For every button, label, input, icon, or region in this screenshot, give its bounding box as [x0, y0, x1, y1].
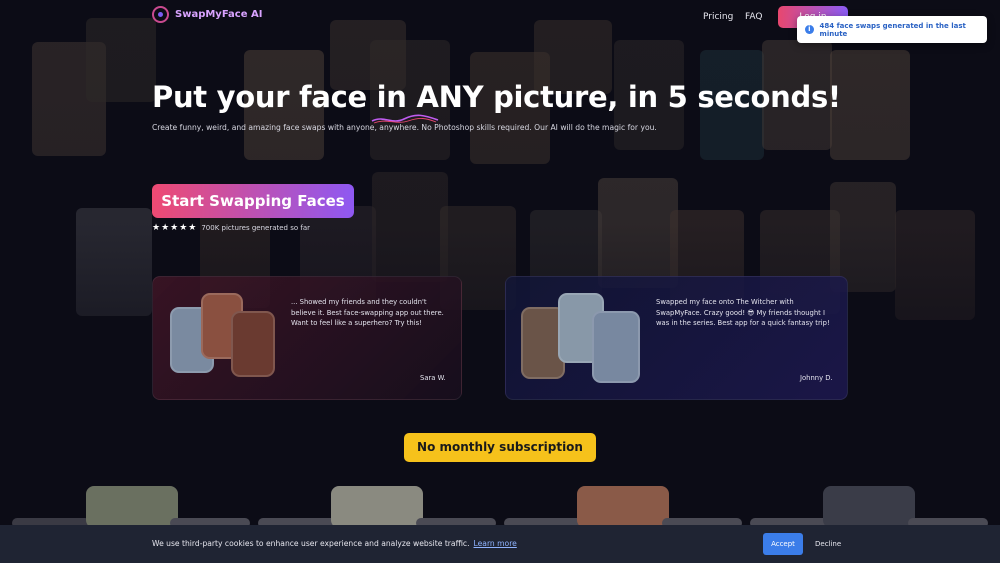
brand-name: SwapMyFace AI [175, 9, 263, 20]
decline-button[interactable]: Decline [815, 540, 841, 548]
testimonial-card: Swapped my face onto The Witcher with Sw… [505, 276, 848, 400]
cookie-banner: We use third-party cookies to enhance us… [0, 525, 1000, 563]
rating-text: 700K pictures generated so far [201, 224, 311, 232]
learn-more-link[interactable]: Learn more [474, 539, 517, 548]
logo-icon [152, 6, 169, 23]
example-thumbnail [577, 486, 669, 528]
rating-row: ★★★★★ 700K pictures generated so far [152, 223, 310, 233]
activity-toast: i 484 face swaps generated in the last m… [797, 16, 987, 43]
no-subscription-button[interactable]: No monthly subscription [404, 433, 596, 462]
example-thumbnail [331, 486, 423, 528]
cookie-text: We use third-party cookies to enhance us… [152, 539, 517, 548]
info-icon: i [805, 25, 814, 34]
hero-title: Put your face in ANY picture, in 5 secon… [152, 80, 841, 114]
nav-link-faq[interactable]: FAQ [745, 12, 762, 22]
testimonial-quote: ... Showed my friends and they couldn't … [291, 298, 444, 327]
testimonial-author: Sara W. [420, 374, 446, 382]
nav-link-pricing[interactable]: Pricing [703, 12, 733, 22]
toast-text: 484 face swaps generated in the last min… [819, 21, 966, 38]
avatar [592, 311, 640, 383]
hero-subtitle: Create funny, weird, and amazing face sw… [152, 123, 657, 132]
example-thumbnail [86, 486, 178, 528]
testimonial-card: ... Showed my friends and they couldn't … [152, 276, 462, 400]
avatar [231, 311, 275, 377]
accept-button[interactable]: Accept [763, 533, 803, 555]
testimonial-author: Johnny D. [800, 374, 833, 382]
start-swapping-button[interactable]: Start Swapping Faces [152, 184, 354, 218]
brand-logo[interactable]: SwapMyFace AI [152, 6, 262, 23]
example-thumbnail [823, 486, 915, 528]
hero-title-any: ANY [416, 80, 484, 114]
cookie-message: We use third-party cookies to enhance us… [152, 539, 470, 548]
top-navbar: SwapMyFace AI Pricing FAQ Log in [152, 6, 848, 28]
star-rating-icon: ★★★★★ [152, 223, 198, 233]
hero-title-before: Put your face in [152, 80, 417, 114]
hero-title-after: picture, in 5 seconds! [483, 80, 841, 114]
testimonial-quote: Swapped my face onto The Witcher with Sw… [656, 298, 830, 327]
